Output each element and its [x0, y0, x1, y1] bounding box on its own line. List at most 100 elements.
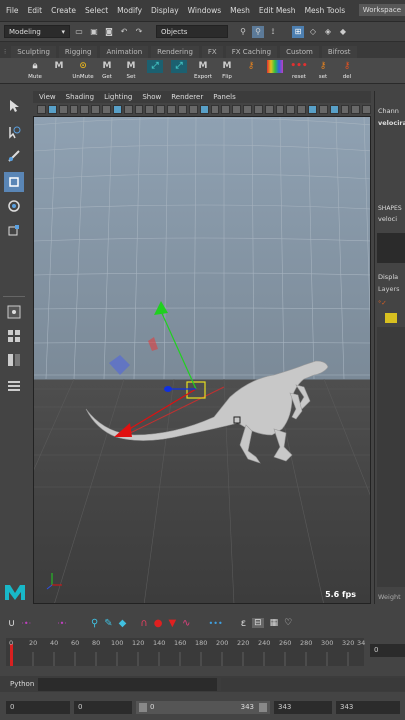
outliner-button[interactable] [4, 376, 24, 396]
shelf-del-key-button[interactable]: ⚷ del [336, 59, 358, 83]
command-input[interactable] [37, 677, 218, 691]
lights-icon[interactable] [210, 105, 220, 114]
layout-side-button[interactable] [4, 350, 24, 370]
lasso-tool[interactable] [4, 122, 24, 142]
menu-display[interactable]: Display [151, 6, 179, 15]
time-slider[interactable]: 0 20 40 60 80 100 120 140 160 180 200 22… [0, 634, 405, 670]
tab-fx[interactable]: FX [201, 46, 223, 58]
menu-mesh-tools[interactable]: Mesh Tools [305, 6, 346, 15]
bookmark-icon[interactable] [58, 105, 68, 114]
smooth-shade-icon[interactable] [188, 105, 198, 114]
shelf-get-button[interactable]: M Get [96, 59, 118, 83]
gamma-icon[interactable] [329, 105, 339, 114]
anim-start-field[interactable]: 0 [74, 701, 132, 714]
gate-mask-icon[interactable] [112, 105, 122, 114]
ambient-occlusion-icon[interactable] [232, 105, 242, 114]
tab-custom[interactable]: Custom [280, 46, 319, 58]
menu-mesh[interactable]: Mesh [230, 6, 250, 15]
tab-sculpting[interactable]: Sculpting [11, 46, 56, 58]
range-end-handle[interactable] [259, 703, 267, 712]
grease-pencil-icon[interactable] [167, 105, 176, 114]
x-axis-arrow-icon[interactable] [114, 423, 132, 437]
xz-plane-handle[interactable] [109, 355, 130, 375]
open-scene-icon[interactable]: ▣ [88, 26, 100, 38]
graph-editor-icon[interactable]: ⊟ [252, 618, 264, 628]
menu-create[interactable]: Create [51, 6, 76, 15]
shape-node-name[interactable]: veloci [378, 215, 397, 223]
view-transform-icon[interactable] [351, 105, 361, 114]
panel-menu-renderer[interactable]: Renderer [171, 93, 203, 101]
camera-select-icon[interactable] [37, 105, 46, 114]
snap-surface-icon[interactable]: ◆ [337, 26, 349, 38]
safe-action-icon[interactable] [134, 105, 144, 114]
workspace-selector[interactable]: Workspace [358, 4, 405, 16]
curve-arc-icon[interactable]: ∩ [140, 618, 147, 629]
shelf-unmute-button[interactable]: ⊙ UnMute [72, 59, 94, 83]
layer-lock-icon[interactable] [385, 313, 397, 323]
shelf-rainbow-button[interactable] [264, 59, 286, 83]
menu-edit[interactable]: Edit [28, 6, 43, 15]
command-language-toggle[interactable]: Python [0, 680, 38, 688]
move-tool[interactable] [4, 172, 24, 192]
panel-menu-shading[interactable]: Shading [66, 93, 94, 101]
select-object-icon[interactable]: ⚲ [252, 25, 264, 38]
redo-icon[interactable]: ↷ [133, 26, 145, 38]
pan-zoom-icon[interactable] [156, 105, 166, 114]
film-gate-icon[interactable] [91, 105, 101, 114]
selected-object-name[interactable]: velocira [378, 119, 405, 127]
snap-grid-icon[interactable]: ⊞ [292, 25, 304, 38]
field-chart-icon[interactable] [123, 105, 133, 114]
scene-start-field[interactable]: 0 [6, 701, 70, 714]
layer-options-icon[interactable]: °✓ [378, 299, 387, 307]
lasso-small-icon[interactable]: ♡ [284, 618, 292, 628]
wireframe-icon[interactable] [177, 105, 187, 114]
exposure-icon[interactable] [318, 105, 328, 114]
paint-select-tool[interactable] [4, 146, 24, 166]
selection-mode-dropdown[interactable]: Objects [156, 25, 228, 38]
shelf-curve-button[interactable]: ⤢ [144, 59, 166, 83]
safe-title-icon[interactable] [145, 105, 155, 114]
tab-animation[interactable]: Animation [100, 46, 149, 58]
tab-rendering[interactable]: Rendering [151, 46, 199, 58]
motion-blur-icon[interactable] [243, 105, 252, 114]
xray-icon[interactable] [286, 105, 296, 114]
menu-set-dropdown[interactable]: Modeling ▾ [4, 25, 70, 38]
panel-menu-view[interactable]: View [39, 93, 56, 101]
key-dots-icon[interactable]: ·•· [21, 619, 31, 628]
xray-active-icon[interactable] [308, 105, 317, 114]
menu-modify[interactable]: Modify [117, 6, 142, 15]
depth-of-field-icon[interactable] [264, 105, 274, 114]
shelf-options-icon[interactable]: ⁝ [2, 46, 8, 58]
key-dots-icon-2[interactable]: ·•· [57, 619, 67, 628]
current-frame-field[interactable]: 0 [370, 644, 405, 657]
resolution-gate-icon[interactable] [102, 105, 111, 114]
tab-fx-caching[interactable]: FX Caching [225, 46, 278, 58]
current-time-marker[interactable] [10, 644, 13, 666]
shelf-reset-button[interactable]: ••• reset [288, 59, 310, 83]
pencil-icon[interactable]: ✎ [104, 618, 112, 629]
tab-bifrost[interactable]: Bifrost [321, 46, 357, 58]
bookmark-red-icon[interactable]: ▼ [168, 618, 176, 629]
isolate-select-icon[interactable] [275, 105, 285, 114]
snap-curve-icon[interactable]: ◇ [307, 26, 319, 38]
layers-menu[interactable]: Layers [378, 285, 400, 293]
xy-plane-handle[interactable] [148, 337, 158, 351]
magnet-icon[interactable]: ∪ [8, 618, 15, 629]
table-icon[interactable]: ▦ [270, 618, 279, 628]
diamond-icon[interactable]: ◆ [119, 618, 127, 629]
scene-end-field[interactable]: 343 [336, 701, 400, 714]
new-scene-icon[interactable]: ▭ [73, 26, 85, 38]
menu-windows[interactable]: Windows [188, 6, 221, 15]
image-plane-icon[interactable] [69, 105, 79, 114]
shelf-mute-button[interactable]: 🔒︎ Mute [24, 59, 46, 83]
menu-select[interactable]: Select [85, 6, 108, 15]
anim-end-field[interactable]: 343 [274, 701, 332, 714]
y-axis-handle[interactable] [159, 308, 197, 390]
shelf-flip-button[interactable]: M Flip [216, 59, 238, 83]
panel-menu-panels[interactable]: Panels [213, 93, 236, 101]
z-axis-arrow-icon[interactable] [164, 386, 172, 392]
viewport-3d[interactable]: 5.6 fps [33, 116, 371, 604]
panel-menu-show[interactable]: Show [142, 93, 161, 101]
rotate-tool[interactable] [4, 196, 24, 216]
channel-box-label[interactable]: Chann [378, 107, 399, 115]
